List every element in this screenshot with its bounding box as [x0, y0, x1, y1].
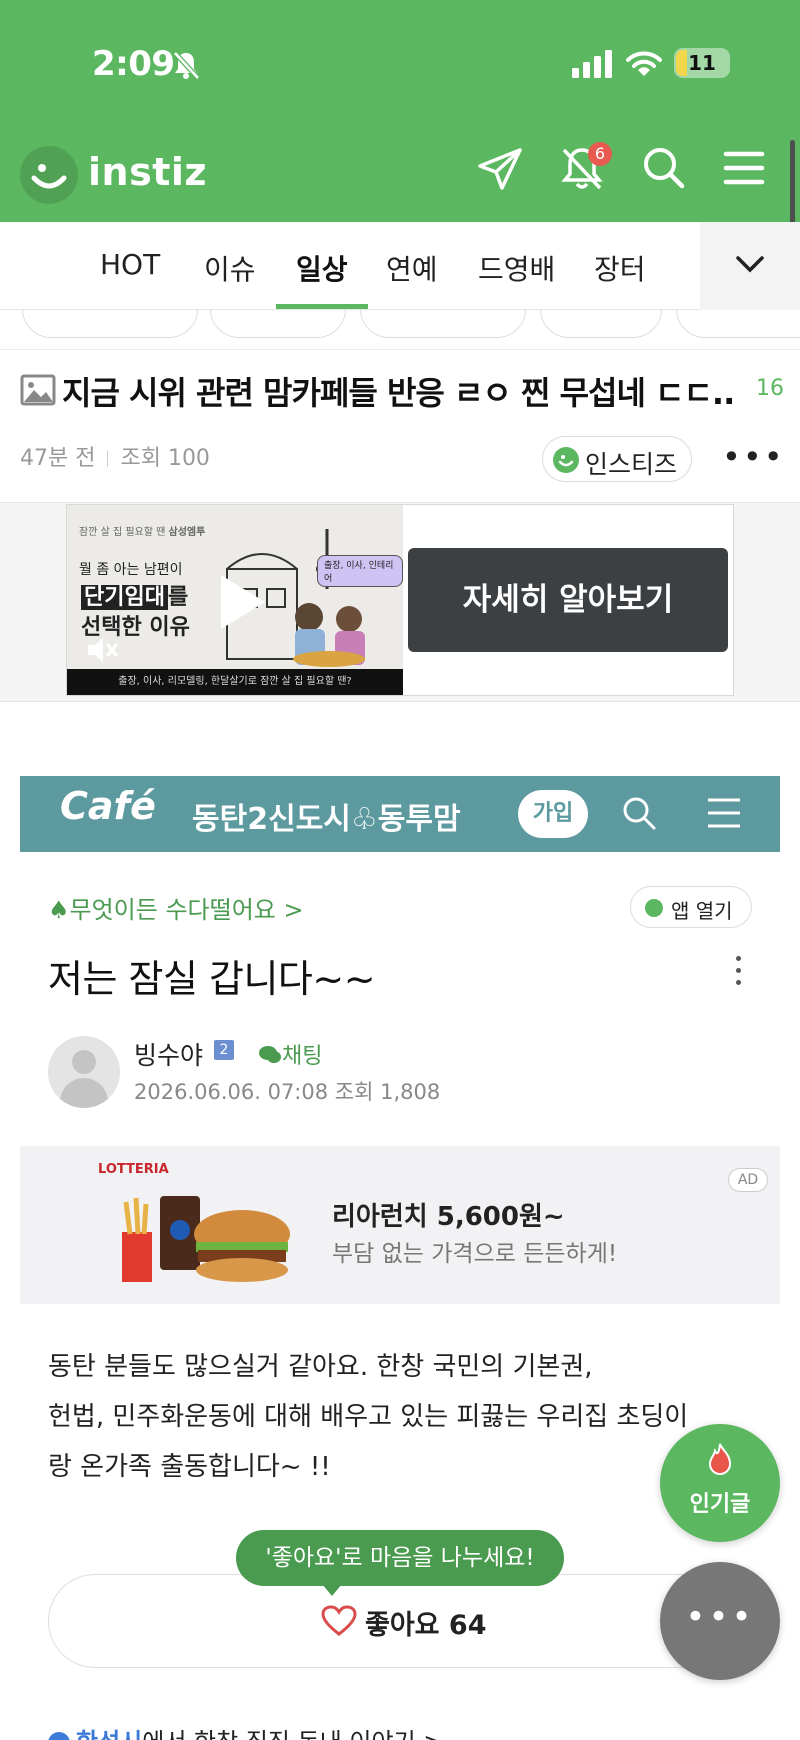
ad-headline: 뭘 좀 아는 남편이 — [79, 562, 183, 578]
smile-icon — [558, 455, 574, 467]
send-icon[interactable] — [474, 142, 526, 194]
chevron-down-icon — [736, 256, 764, 273]
lotteria-ad-headline: 리아런치 5,600원~ — [332, 1202, 565, 1232]
chat-bubble-icon — [259, 1046, 281, 1063]
more-button[interactable]: ••• — [660, 1562, 780, 1680]
ad-big-text: 단기임대 를 선택한 이유 — [81, 585, 190, 640]
cafe-like-bar: 좋아요 64 — [48, 1574, 752, 1668]
post-meta: 47분 전 조회 100 — [20, 440, 210, 472]
notification-badge: 6 — [588, 142, 612, 166]
subcategory-chip[interactable] — [210, 310, 346, 338]
popular-posts-label: 인기글 — [689, 1492, 751, 1517]
cafe-app-open-button: 앱 열기 — [630, 886, 752, 928]
category-tabs: HOT 이슈 일상 연예 드영배 장터 — [0, 222, 800, 310]
ad-brand: 잠깐 살 집 필요할 땐 삼성엠투 — [79, 527, 206, 538]
more-dots-icon: ••• — [685, 1597, 755, 1637]
author-avatar-icon — [553, 447, 579, 473]
subcategory-chip[interactable] — [22, 310, 198, 338]
cafe-body-line: 동탄 분들도 많으실거 같아요. 한창 국민의 기본권, — [48, 1352, 593, 1382]
tab-hot[interactable]: HOT — [100, 248, 160, 281]
comment-count[interactable]: 16 — [756, 376, 784, 401]
fire-icon — [708, 1443, 732, 1476]
app-header: 2:09 11 instiz 6 — [0, 0, 800, 222]
popular-posts-button[interactable]: 인기글 — [660, 1424, 780, 1542]
search-icon[interactable] — [638, 142, 690, 194]
tab-market[interactable]: 장터 — [594, 248, 646, 288]
author-name: 인스티즈 — [585, 450, 678, 479]
cafe-name: 동탄2신도시♧동투맘 — [192, 802, 461, 837]
heart-icon — [321, 1605, 357, 1636]
subcategory-chips — [0, 310, 800, 350]
cafe-logo: Café — [60, 784, 156, 828]
cafe-join-button: 가입 — [518, 790, 588, 838]
image-icon — [20, 374, 56, 406]
post-time: 47분 전 — [20, 446, 96, 471]
menu-icon — [708, 798, 740, 828]
ad-tag: 출장, 이사, 인테리어 — [317, 555, 403, 587]
more-options-icon[interactable]: ••• — [722, 441, 785, 473]
cafe-app-open-label: 앱 열기 — [671, 899, 733, 923]
smile-icon — [31, 164, 67, 189]
status-time: 2:09 — [92, 44, 175, 84]
search-icon — [623, 797, 656, 830]
cafe-author-level-badge: 2 — [214, 1040, 234, 1060]
cafe-author-avatar — [48, 1036, 120, 1108]
lotteria-logo: LOTTERIA — [98, 1162, 169, 1177]
kebab-menu-icon — [736, 956, 742, 992]
post-views: 조회 100 — [120, 446, 210, 471]
subcategory-chip[interactable] — [360, 310, 526, 338]
play-icon[interactable] — [217, 571, 269, 633]
wifi-icon — [626, 51, 662, 76]
cafe-chat-link: 채팅 — [258, 1038, 322, 1070]
tab-expand-button[interactable] — [700, 222, 800, 310]
ad-label: AD — [728, 1168, 768, 1192]
instiz-logo-icon[interactable] — [20, 146, 78, 204]
cafe-header: Café 동탄2신도시♧동투맘 가입 — [20, 776, 780, 852]
link-dot-icon — [48, 1732, 70, 1740]
ad-learn-more-button[interactable]: 자세히 알아보기 — [408, 548, 728, 652]
ad-caption: 출장, 이사, 리모델링, 한달살기로 잠깐 살 집 필요할 땐? — [67, 669, 403, 695]
like-tooltip: '좋아요'로 마음을 나누세요! — [236, 1530, 564, 1586]
cafe-post-title: 저는 잠실 갑니다~~ — [48, 957, 376, 1001]
meta-divider — [107, 451, 109, 467]
cafe-body-line: 헌법, 민주화운동에 대해 배우고 있는 피끓는 우리집 초딩이 — [48, 1402, 689, 1432]
next-link-peek: 한성시에서 한창 집짓 돈내 이야기 > — [48, 1722, 443, 1740]
cellular-signal-icon — [572, 50, 612, 78]
author-button[interactable]: 인스티즈 — [542, 436, 692, 482]
cafe-author-name: 빙수야 — [134, 1041, 204, 1070]
post-title-row: 지금 시위 관련 맘카페들 반응 ㄹㅇ 찐 무섭네 ㄷㄷ.. 16 — [20, 368, 784, 412]
tab-entertainment[interactable]: 연예 — [386, 248, 438, 288]
ad-video[interactable]: 잠깐 살 집 필요할 땐 삼성엠투 뭘 좀 아는 남편이 단기임대 를 선택한 이… — [67, 505, 403, 695]
cafe-body-line: 랑 온가족 출동합니다~ !! — [48, 1452, 331, 1482]
cafe-post-date: 2026.06.06. 07:08 조회 1,808 — [134, 1080, 441, 1104]
cafe-post-body: 동탄 분들도 많으실거 같아요. 한창 국민의 기본권, 헌법, 민주화운동에 … — [48, 1342, 754, 1492]
cafe-inline-ad: LOTTERIA 리아런치 5,600원~ 부담 없는 가격으로 든든하게! A… — [20, 1146, 780, 1304]
battery-indicator: 11 — [674, 48, 730, 78]
tab-daily[interactable]: 일상 — [296, 248, 348, 288]
post-title: 지금 시위 관련 맘카페들 반응 ㄹㅇ 찐 무섭네 ㄷㄷ.. — [62, 374, 735, 412]
like-count: 좋아요 64 — [365, 1610, 487, 1641]
silent-bell-icon — [173, 51, 200, 80]
cafe-board-link: ♠무엇이든 수다떨어요 > — [48, 896, 304, 924]
subcategory-chip[interactable] — [540, 310, 662, 338]
like-tooltip-tail — [322, 1584, 342, 1596]
mute-icon[interactable] — [85, 635, 119, 665]
menu-icon[interactable] — [718, 142, 770, 194]
active-tab-indicator — [276, 304, 368, 309]
site-logo[interactable]: instiz — [88, 150, 207, 194]
subcategory-chip[interactable] — [676, 310, 800, 338]
battery-percent: 11 — [688, 51, 716, 75]
cafe-app-icon — [645, 899, 663, 917]
tab-issue[interactable]: 이슈 — [204, 248, 256, 288]
burger-set-image — [122, 1196, 290, 1282]
lotteria-ad-subtext: 부담 없는 가격으로 든든하게! — [332, 1241, 618, 1267]
tab-drama[interactable]: 드영배 — [478, 248, 555, 288]
